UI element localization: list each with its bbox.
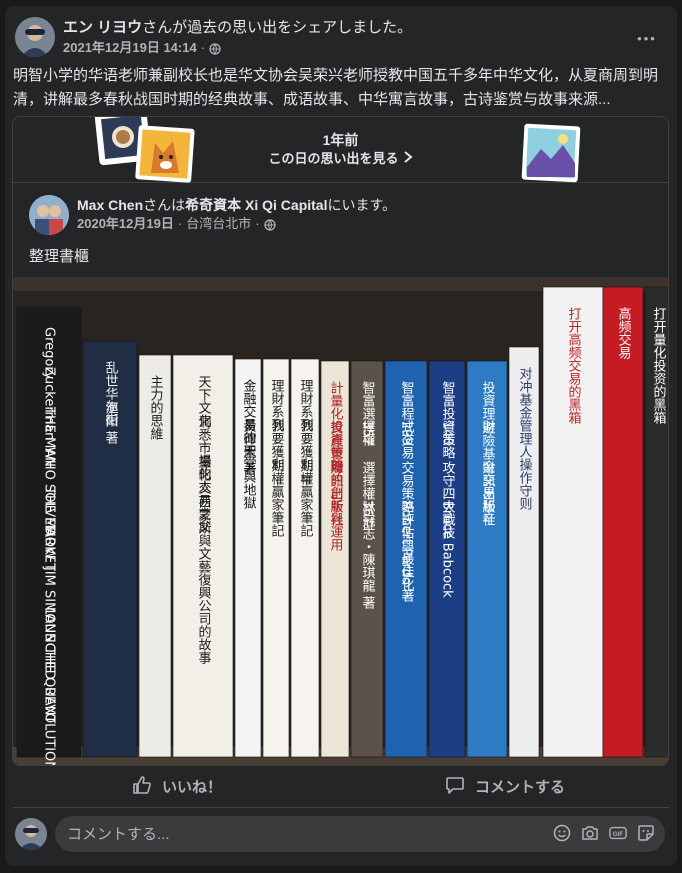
bookshelf-photo[interactable]: Gregory Zuckerman THE MAN WHO SOLVED THE MAR… xyxy=(13,277,668,766)
see-memories-link[interactable]: この日の思い出を見る xyxy=(268,149,413,169)
share-action-text: さんが過去の思い出をシェアしました。 xyxy=(142,19,413,36)
book-spine-text: 西蒙斯與文藝復興公司的故事 xyxy=(196,495,212,664)
post-actions-bar: いいね！ コメントする xyxy=(13,766,669,808)
memory-years-ago: 1年前 xyxy=(322,132,359,148)
shared-separator-1: · xyxy=(177,216,183,231)
post-body-text: 明智小学的华语老师兼副校长也是华文协会吴荣兴老师授教中国五千多年中华文化，从夏商… xyxy=(13,67,659,108)
comment-button[interactable]: コメントする xyxy=(341,766,669,807)
book-spine-text: 財訊出版社 xyxy=(328,461,344,526)
shared-date[interactable]: 2020年12月19日 xyxy=(77,215,174,233)
post-timestamp[interactable]: 2021年12月19日 14:14 xyxy=(63,39,197,57)
book-spine: 理財系列我要獲利 II期權贏家筆記 xyxy=(290,358,320,758)
composer-icons: GIF xyxy=(553,824,655,842)
book-spine-text: 期權贏家筆記 xyxy=(298,459,314,537)
sticker-icon[interactable] xyxy=(637,824,655,842)
book-spine-text: HOW xyxy=(42,527,57,560)
shared-header-text: Max Chenさんは希奇資本 Xi Qi Capitalにいます。 2020年… xyxy=(77,195,396,233)
more-options-button[interactable]: ••• xyxy=(631,22,663,54)
emoji-icon[interactable] xyxy=(553,824,571,842)
book-spine-text: 打开高频交易的黑箱 xyxy=(566,307,582,424)
book-spine-text: 高频交易 xyxy=(616,306,632,360)
book-spine: 計量化投資策略資產管理的創新與運用財訊出版社 xyxy=(320,360,350,758)
comment-composer: GIF xyxy=(13,814,669,854)
thumbs-up-icon xyxy=(132,775,152,799)
comment-bubble-icon xyxy=(445,775,465,799)
book-spine: 打开高频交易的黑箱 xyxy=(542,286,604,758)
author-avatar[interactable] xyxy=(15,17,55,57)
post-header: エン リヨウさんが過去の思い出をシェアしました。 2021年12月19日 14:… xyxy=(13,16,669,60)
book-spine-text: 渔阳 著 xyxy=(103,401,119,446)
shared-separator-2: · xyxy=(255,216,260,231)
book-spine-text: Robert Pardo 著 xyxy=(399,501,415,603)
chevron-right-icon xyxy=(403,149,413,169)
like-label: いいね！ xyxy=(161,779,222,796)
svg-text:GIF: GIF xyxy=(613,831,624,838)
book-spine-text: REVOLUTION xyxy=(42,687,57,766)
book-spine-text: 財訊出版社 xyxy=(480,461,496,526)
book-spine: 智富程式交易299交易策略評估與最佳化Robert Pardo 著 xyxy=(384,360,428,758)
book-spine-text: 对冲基金管理人操作守则 xyxy=(517,367,533,511)
book-spine: 理財系列我要獲利期權贏家筆記 xyxy=(262,358,290,758)
comment-label: コメントする xyxy=(474,779,565,796)
book-spine-text: 主力的思維 xyxy=(148,375,164,440)
shared-location[interactable]: 台湾台北市 xyxy=(186,215,251,233)
book-spine: 主力的思維 xyxy=(138,354,172,758)
shared-suffix: にいます。 xyxy=(327,197,397,213)
book-spine: GregoryZuckermanTHE MANWHO SOLVEDTHE MAR… xyxy=(16,306,82,766)
book-spine: 投資理財避險基金交易秘辛財訊出版社 xyxy=(466,360,508,758)
shared-post: Max Chenさんは希奇資本 Xi Qi Capitalにいます。 2020年… xyxy=(13,183,668,766)
gif-icon[interactable]: GIF xyxy=(609,824,627,842)
book-spine-text: 140 xyxy=(440,421,455,446)
comment-input[interactable] xyxy=(67,816,537,852)
memory-card: 1年前 この日の思い出を見る Max Chenさんは希奇資本 Xi Qi Cap… xyxy=(12,116,669,766)
see-memories-label: この日の思い出を見る xyxy=(268,151,399,166)
book-spine: 智富選擇權357選擇權36計林冠志・陳琪龍 著 xyxy=(350,360,384,758)
book-spine: 天下文化洞悉市場的人量化交易之父西蒙斯與文藝復興公司的故事 xyxy=(172,354,234,758)
memory-post: エン リヨウさんが過去の思い出をシェアしました。 2021年12月19日 14:… xyxy=(5,6,677,866)
book-spine-text: 期權贏家筆記 xyxy=(269,459,285,537)
memory-banner[interactable]: 1年前 この日の思い出を見る xyxy=(13,117,668,183)
book-spine-text: 黃律聖 著 xyxy=(241,419,257,477)
shared-connector: さんは xyxy=(143,197,186,213)
like-button[interactable]: いいね！ xyxy=(13,766,341,807)
globe-icon xyxy=(209,42,221,55)
book-spine-text: 打开量化投资的黑箱 xyxy=(651,307,667,424)
shared-body-text: 整理書櫃 xyxy=(29,248,90,265)
bookshelf-image: GregoryZuckermanTHE MANWHO SOLVEDTHE MAR… xyxy=(13,277,668,766)
globe-icon xyxy=(263,218,276,231)
header-text: エン リヨウさんが過去の思い出をシェアしました。 2021年12月19日 14:… xyxy=(63,18,412,57)
book-spine: 打开量化投资的黑箱 xyxy=(644,286,668,758)
book-spine: 金融交易的天堂與地獄黃律聖 著 xyxy=(234,358,262,758)
book-spine: 智富投資策略140攻守四大戰技Bruce Babcock xyxy=(428,360,466,758)
shared-author-avatar[interactable] xyxy=(29,195,69,235)
book-spine-text: 林冠志・陳琪龍 著 xyxy=(360,501,376,611)
book-spine: 高频交易 xyxy=(602,286,644,758)
comment-input-box: GIF xyxy=(55,816,665,852)
meta-separator: · xyxy=(200,40,206,55)
more-icon: ••• xyxy=(637,30,657,46)
book-spine-text: Bruce Babcock xyxy=(440,501,455,598)
author-name[interactable]: エン リヨウ xyxy=(63,19,142,36)
camera-icon[interactable] xyxy=(581,824,599,842)
viewer-avatar[interactable] xyxy=(15,818,47,850)
book-spine-text: 299 xyxy=(399,421,414,446)
book-spine-text: 357 xyxy=(360,421,375,446)
shared-place-link[interactable]: 希奇資本 Xi Qi Capital xyxy=(185,197,327,213)
book-spine: 对冲基金管理人操作守则 xyxy=(508,346,540,758)
shared-author-name[interactable]: Max Chen xyxy=(77,197,143,213)
book-spine: 乱世华尔街渔阳 著 xyxy=(82,340,138,758)
